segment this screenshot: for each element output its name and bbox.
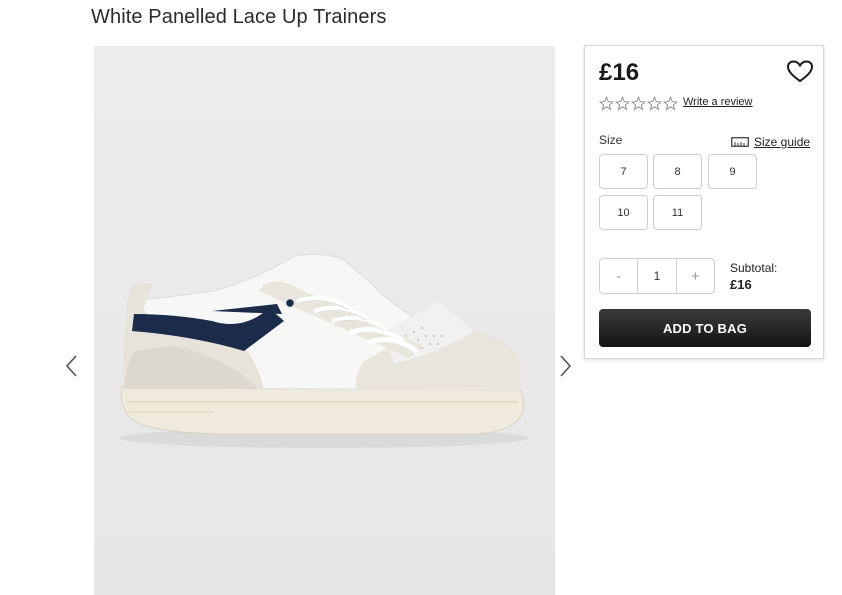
quantity-value[interactable]: 1 — [637, 259, 677, 293]
size-label: Size — [599, 133, 623, 147]
size-option-8[interactable]: 8 — [653, 154, 702, 189]
quantity-stepper: - 1 + — [599, 258, 715, 294]
chevron-left-icon — [65, 355, 77, 377]
star-outline-icon — [631, 96, 646, 111]
size-option-11[interactable]: 11 — [653, 195, 702, 230]
quantity-decrease-button[interactable]: - — [600, 259, 637, 293]
rating-stars — [599, 96, 678, 111]
size-option-9[interactable]: 9 — [708, 154, 757, 189]
star-outline-icon — [615, 96, 630, 111]
product-price: £16 — [599, 59, 640, 86]
next-image-button[interactable] — [556, 352, 576, 380]
size-option-7[interactable]: 7 — [599, 154, 648, 189]
size-guide-link[interactable]: Size guide — [731, 135, 810, 149]
quantity-increase-button[interactable]: + — [677, 259, 714, 293]
ruler-icon — [731, 137, 749, 147]
add-to-bag-button[interactable]: ADD TO BAG — [599, 309, 811, 347]
product-title: White Panelled Lace Up Trainers — [91, 6, 387, 28]
trainer-image — [119, 253, 529, 448]
heart-icon — [786, 60, 814, 83]
star-outline-icon — [663, 96, 678, 111]
wishlist-button[interactable] — [786, 59, 814, 85]
chevron-right-icon — [560, 355, 572, 377]
product-image[interactable] — [94, 46, 555, 595]
size-guide-label: Size guide — [754, 135, 811, 149]
size-option-10[interactable]: 10 — [599, 195, 648, 230]
previous-image-button[interactable] — [61, 352, 81, 380]
subtotal-value: £16 — [730, 277, 752, 292]
purchase-panel: £16 Write a review Size Size guide 7 8 9… — [584, 45, 824, 359]
subtotal-label: Subtotal: — [730, 261, 778, 275]
star-outline-icon — [599, 96, 614, 111]
write-review-link[interactable]: Write a review — [683, 96, 752, 108]
star-outline-icon — [647, 96, 662, 111]
